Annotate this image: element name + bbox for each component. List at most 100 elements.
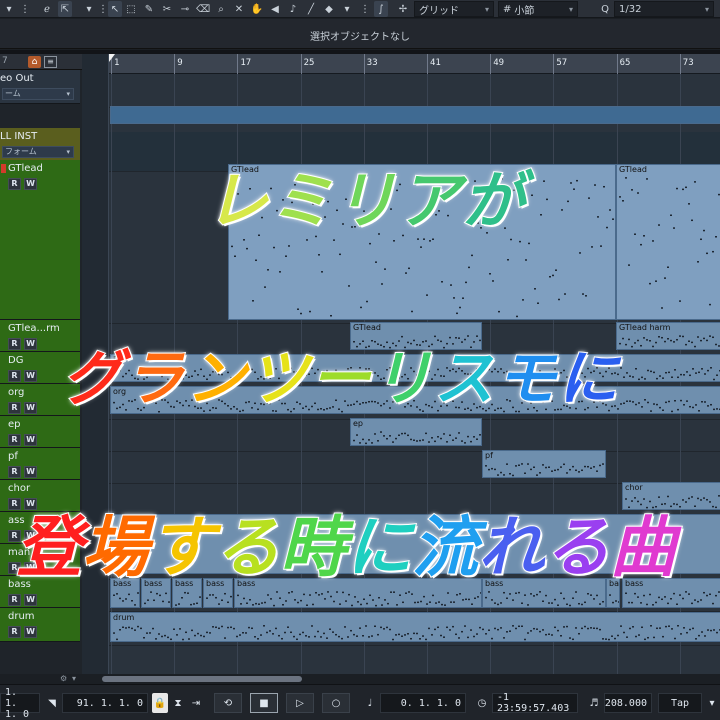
ruler[interactable]: 1 9 17 25 33 41 49 57 65 73 [109,54,720,74]
read-button[interactable]: R [8,338,21,350]
color-tool-icon[interactable]: ◆ [322,1,336,17]
track-name[interactable]: ep [8,419,21,430]
quantize-label: 1/32 [619,3,642,15]
track-header[interactable]: eo Out ーム ▾ [0,70,80,104]
track-name[interactable]: chor [8,483,30,494]
read-button[interactable]: R [8,178,21,190]
midi-part[interactable]: GTlead harm [616,322,720,350]
autoscroll-icon[interactable]: ⇱ [58,1,72,17]
folder-part-summary[interactable] [110,106,720,124]
write-button[interactable]: W [24,338,37,350]
time-field[interactable]: -1 23:59:57.403 [492,692,578,714]
midi-part[interactable]: ep [350,418,482,446]
dots-icon[interactable]: ⋮ [18,1,32,17]
position-field[interactable]: 0. 1. 1. 0 [380,693,466,713]
right-locator-field[interactable]: 91. 1. 1. 0 [62,693,148,713]
record-enable-indicator[interactable] [1,164,6,173]
pointer-tool-icon[interactable]: ↖ [108,1,122,17]
speaker-tool-icon[interactable]: ♪ [286,1,300,17]
split-tool-icon[interactable]: ✂ [160,1,174,17]
right-locator-icon[interactable]: ◥ [44,693,60,713]
eraser-tool-icon[interactable]: ⌫ [196,1,210,17]
track-header[interactable]: GTlead R W [0,160,80,320]
track-name[interactable]: GTlead [8,163,43,174]
chevron-down-icon[interactable]: ▾ [2,1,16,17]
dots-icon[interactable]: ⋮ [358,1,372,17]
track-routing-select[interactable]: ーム ▾ [2,88,74,100]
track-name[interactable]: GTlea...rm [8,323,60,334]
chevron-down-icon[interactable]: ▾ [704,693,720,713]
track-name[interactable]: pf [8,451,18,462]
track-header[interactable]: pf R W [0,448,80,480]
cycle-button[interactable]: ⟲ [214,693,242,713]
read-button[interactable]: R [8,402,21,414]
part-label: GTlead harm [619,323,671,332]
title-character: ラ [123,343,186,415]
stop-button[interactable]: ■ [250,693,278,713]
track-buttons: RW [8,626,37,638]
play-button[interactable]: ▷ [286,693,314,713]
record-button[interactable]: ○ [322,693,350,713]
quantize-select[interactable]: 1/32 ▾ [614,1,714,17]
punch-in-icon[interactable]: ⧗ [170,693,186,713]
track-routing-select[interactable]: フォーム ▾ [2,146,74,158]
line-tool-icon[interactable]: ╱ [304,1,318,17]
midi-part[interactable]: GTlead [616,164,720,320]
chevron-down-icon[interactable]: ▾ [82,1,96,17]
zoom-tool-icon[interactable]: ⌕ [214,1,228,17]
snap-icon[interactable]: ∫ [374,1,388,17]
playback-tool-icon[interactable]: ◀ [268,1,282,17]
read-button[interactable]: R [8,434,21,446]
read-button[interactable]: R [8,466,21,478]
mute-tool-icon[interactable]: ✕ [232,1,246,17]
midi-part[interactable]: pf [482,450,606,478]
e-icon[interactable]: ℯ [40,1,54,17]
tempo-field[interactable]: 208.000 [604,693,652,713]
lock-icon[interactable]: 🔒 [152,693,168,713]
snap-type-icon[interactable]: ✢ [396,1,410,17]
range-tool-icon[interactable]: ⬚ [124,1,138,17]
tempo-value: 208.000 [604,697,647,709]
quantize-icon[interactable]: Q [598,1,612,17]
write-button[interactable]: W [24,434,37,446]
midi-notes-preview [485,463,604,477]
track-name[interactable]: eo Out [0,73,34,84]
tap-button[interactable]: Tap [658,693,702,713]
grid-unit-select[interactable]: # 小節 ▾ [498,1,578,17]
write-button[interactable]: W [24,626,37,638]
write-button[interactable]: W [24,466,37,478]
write-button[interactable]: W [24,594,37,606]
write-button[interactable]: W [24,402,37,414]
read-button[interactable]: R [8,594,21,606]
pencil-tool-icon[interactable]: ✎ [142,1,156,17]
hand-tool-icon[interactable]: ✋ [250,1,264,17]
read-button[interactable]: R [8,370,21,382]
write-button[interactable]: W [24,178,37,190]
glue-tool-icon[interactable]: ⊸ [178,1,192,17]
track-name[interactable]: org [8,387,24,398]
track-name[interactable]: drum [8,611,35,622]
read-button[interactable]: R [8,626,21,638]
track-lane[interactable] [109,74,720,108]
track-settings-icon[interactable]: ⌂ [28,56,41,68]
horizontal-scrollbar[interactable] [82,674,720,684]
midi-part[interactable]: drum [110,612,720,642]
grid-type-select[interactable]: グリッド ▾ [414,1,494,17]
track-lane[interactable] [109,452,720,484]
ruler-bar-number: 25 [303,58,315,68]
track-name[interactable]: DG [8,355,23,366]
scrollbar-thumb[interactable] [102,676,302,682]
track-header[interactable]: drum R W [0,608,80,642]
punch-out-icon[interactable]: ⇥ [188,693,204,713]
settings-icon[interactable]: ⚙ [60,674,67,683]
ruler-tick [237,54,239,74]
chevron-down-icon[interactable]: ▾ [72,674,76,683]
track-header[interactable]: ep R W [0,416,80,448]
info-line-text: 選択オブジェクトなし [310,32,410,43]
midi-notes-preview [113,625,720,641]
chevron-down-icon[interactable]: ▾ [340,1,354,17]
write-button[interactable]: W [24,370,37,382]
list-icon[interactable]: ≡ [44,56,57,68]
track-name[interactable]: LL INST [0,131,37,142]
left-locator-field[interactable]: 1. 1. 1. 0 [0,687,40,720]
